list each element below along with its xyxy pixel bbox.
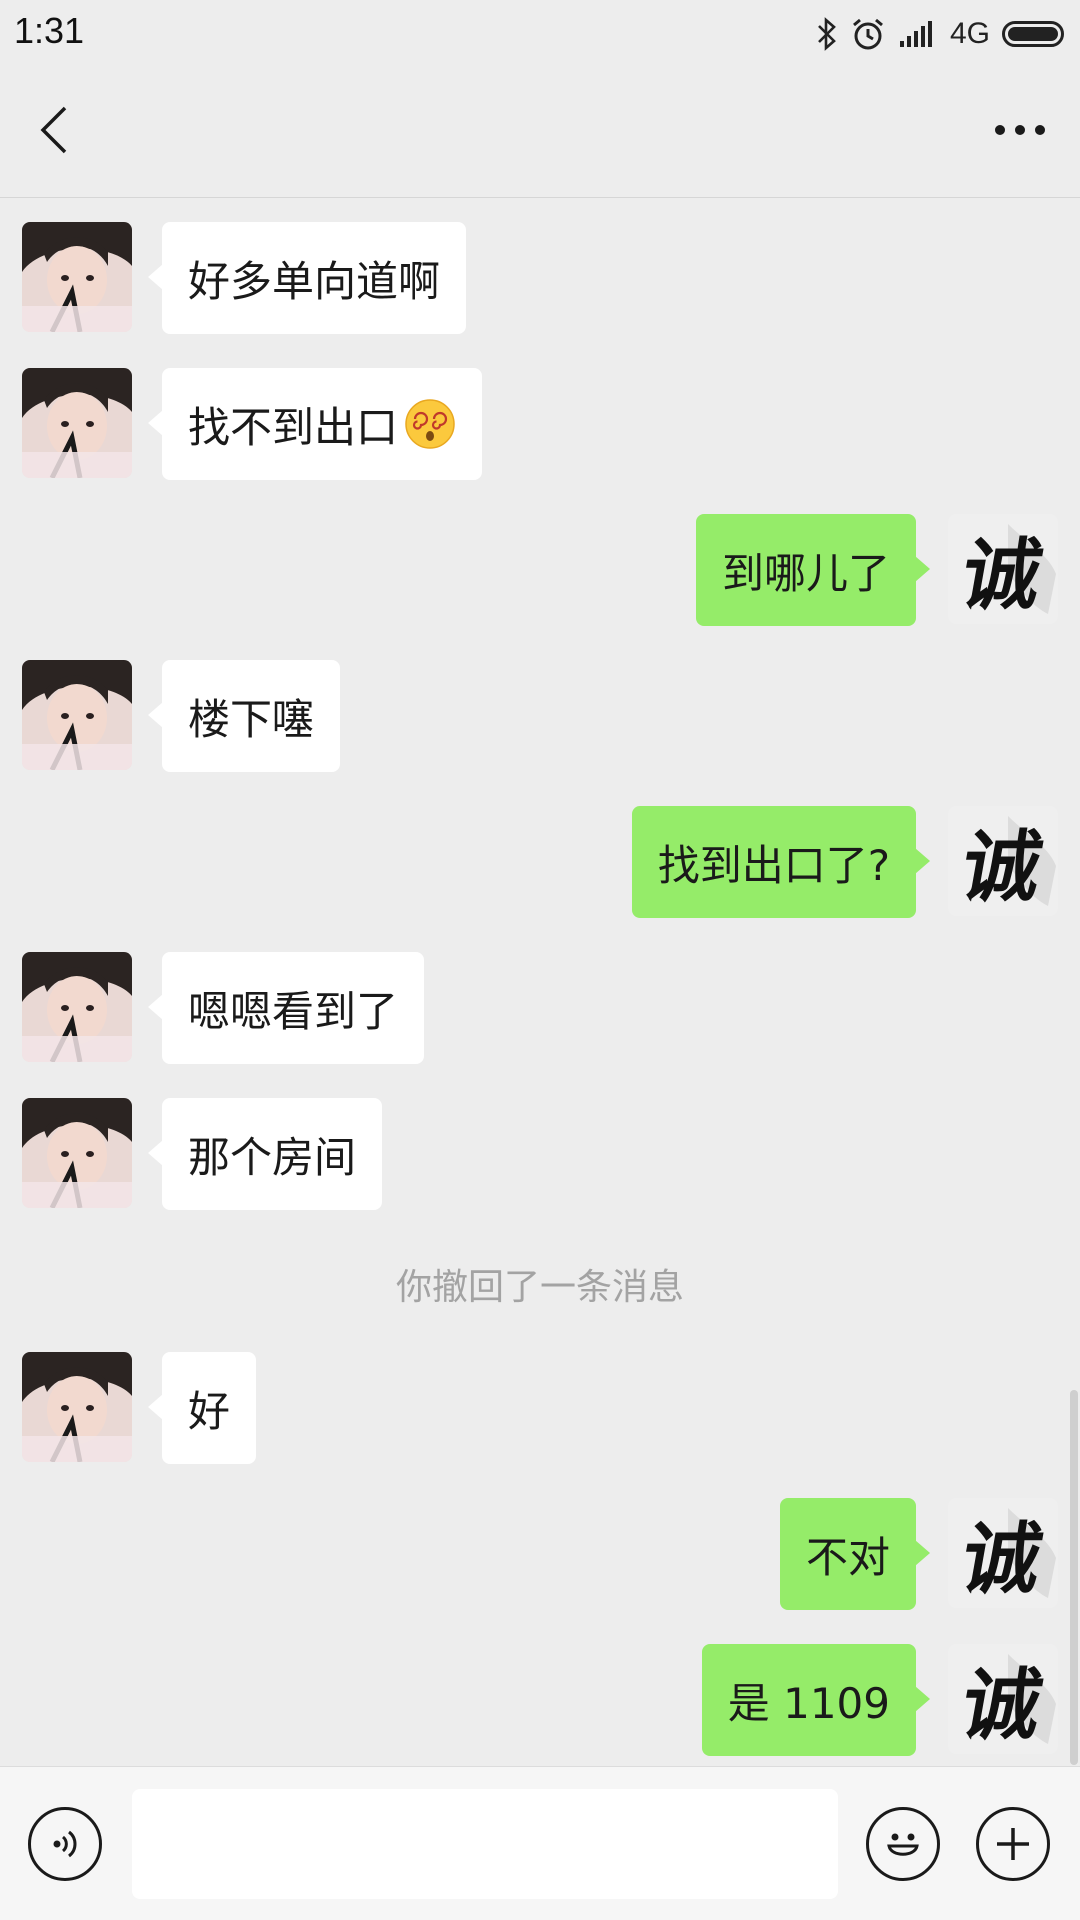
message-text: 楼下噻 <box>188 694 315 744</box>
chat-scrollbar[interactable] <box>1070 1390 1078 1765</box>
message-bubble[interactable]: 好多单向道啊 <box>147 222 467 334</box>
more-functions-button[interactable] <box>976 1807 1050 1881</box>
contact-avatar[interactable] <box>22 660 132 770</box>
message-text: 好 <box>188 1386 231 1436</box>
message-row: 找到出口了? 诚 <box>0 806 1080 918</box>
message-row: 好 <box>0 1352 1080 1464</box>
message-bubble[interactable]: 找不到出口 <box>147 368 483 480</box>
message-text: 找到出口了? <box>657 840 890 890</box>
plus-icon <box>997 1828 1029 1860</box>
my-avatar-calligraphy: 诚 <box>954 1514 1049 1605</box>
status-bar: 1:31 4G <box>0 0 1080 70</box>
contact-avatar[interactable] <box>22 952 132 1062</box>
voice-icon <box>53 1830 77 1858</box>
message-row: 到哪儿了 诚 <box>0 514 1080 626</box>
message-bubble-own[interactable]: 到哪儿了 <box>695 514 931 626</box>
message-bubble[interactable]: 嗯嗯看到了 <box>147 952 425 1064</box>
message-bubble[interactable]: 楼下噻 <box>147 660 341 772</box>
contact-avatar[interactable] <box>22 1098 132 1208</box>
message-text: 到哪儿了 <box>721 548 890 598</box>
contact-avatar[interactable] <box>22 222 132 332</box>
message-text: 那个房间 <box>188 1132 357 1182</box>
my-avatar-calligraphy: 诚 <box>954 822 1049 913</box>
chat-header <box>0 70 1080 198</box>
message-text: 找不到出口 <box>188 402 399 452</box>
bluetooth-icon <box>818 17 836 51</box>
message-row: 那个房间 <box>0 1098 1080 1210</box>
message-input[interactable] <box>132 1789 838 1899</box>
more-dots-icon <box>995 125 1045 135</box>
input-bar <box>0 1766 1080 1920</box>
message-text: 不对 <box>805 1532 890 1582</box>
my-avatar-calligraphy: 诚 <box>954 1660 1049 1751</box>
message-text: 好多单向道啊 <box>188 256 441 306</box>
recalled-message-notice: 你撤回了一条消息 <box>395 1267 684 1308</box>
message-bubble-own[interactable]: 是 1109 <box>701 1644 931 1756</box>
network-type: 4G <box>949 17 990 50</box>
status-icons: 4G <box>816 12 1064 56</box>
message-text: 嗯嗯看到了 <box>188 986 399 1036</box>
chat-messages[interactable]: 好多单向道啊 找不到出口 到哪儿了 诚 楼下噻 找到出口了? 诚 嗯嗯看到了 那… <box>0 198 1080 1766</box>
battery-icon <box>1002 21 1064 47</box>
emoji-button[interactable] <box>866 1807 940 1881</box>
chevron-left-icon <box>40 106 67 154</box>
my-avatar[interactable]: 诚 <box>948 1644 1058 1754</box>
more-options-button[interactable] <box>990 110 1050 150</box>
message-row: 不对 诚 <box>0 1498 1080 1610</box>
message-text: 是 1109 <box>727 1678 890 1728</box>
message-row: 楼下噻 <box>0 660 1080 772</box>
message-bubble-own[interactable]: 找到出口了? <box>631 806 931 918</box>
voice-input-button[interactable] <box>28 1807 102 1881</box>
back-button[interactable] <box>24 100 84 160</box>
signal-icon <box>899 21 932 47</box>
message-bubble[interactable]: 好 <box>147 1352 257 1464</box>
my-avatar[interactable]: 诚 <box>948 806 1058 916</box>
message-row: 嗯嗯看到了 <box>0 952 1080 1064</box>
my-avatar[interactable]: 诚 <box>948 1498 1058 1608</box>
message-row: 是 1109 诚 <box>0 1644 1080 1756</box>
my-avatar-calligraphy: 诚 <box>954 530 1049 621</box>
smiley-icon <box>887 1833 919 1856</box>
message-bubble[interactable]: 那个房间 <box>147 1098 383 1210</box>
status-time: 1:31 <box>14 10 85 51</box>
contact-avatar[interactable] <box>22 1352 132 1462</box>
message-bubble-own[interactable]: 不对 <box>779 1498 931 1610</box>
my-avatar[interactable]: 诚 <box>948 514 1058 624</box>
message-row: 找不到出口 <box>0 368 1080 480</box>
contact-avatar[interactable] <box>22 368 132 478</box>
dizzy-face-emoji-icon <box>405 399 455 449</box>
message-row: 好多单向道啊 <box>0 222 1080 334</box>
alarm-icon <box>853 18 883 50</box>
